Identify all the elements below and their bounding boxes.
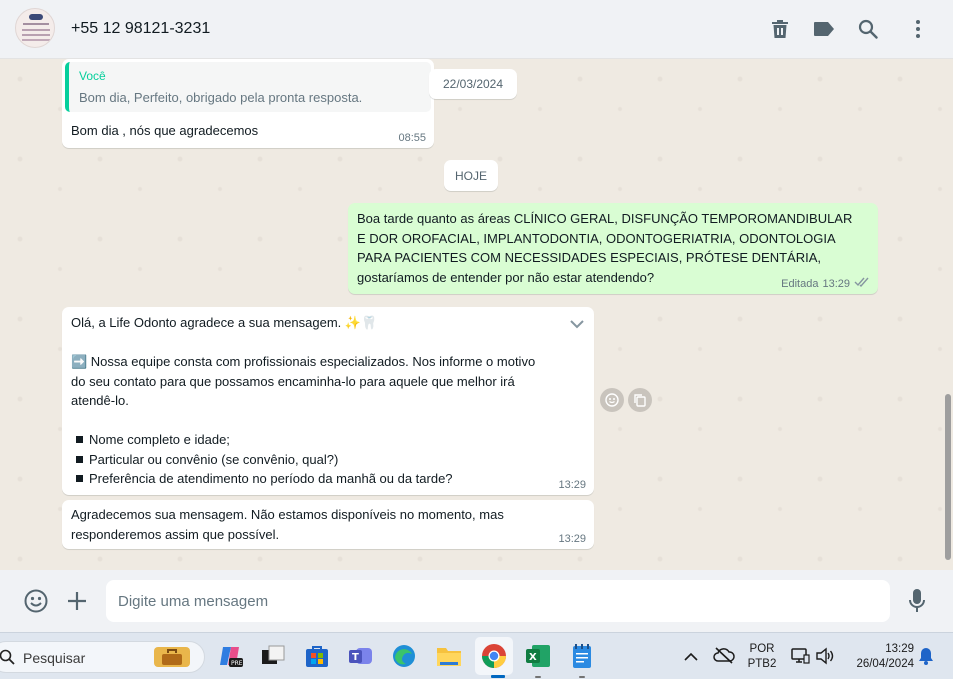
- edge-icon[interactable]: [391, 643, 417, 669]
- briefcase-icon: [154, 647, 190, 667]
- quote-text: Bom dia, Perfeito, obrigado pela pronta …: [79, 90, 363, 105]
- outgoing-message[interactable]: Boa tarde quanto as áreas CLÍNICO GERAL,…: [348, 203, 878, 294]
- chevron-up-icon[interactable]: [684, 650, 698, 665]
- svg-text:PRE: PRE: [231, 660, 243, 667]
- message-input[interactable]: [118, 580, 878, 622]
- emoji-icon[interactable]: [24, 589, 48, 616]
- quote-author: Você: [79, 69, 106, 83]
- incoming-message[interactable]: Você Bom dia, Perfeito, obrigado pela pr…: [62, 59, 434, 148]
- message-text: Bom dia , nós que agradecemos: [71, 123, 259, 138]
- system-clock[interactable]: 13:29 26/04/2024: [846, 642, 914, 672]
- excel-icon[interactable]: X: [525, 643, 551, 669]
- message-composer: [0, 570, 953, 632]
- search-icon[interactable]: [856, 17, 880, 41]
- trash-icon[interactable]: [768, 17, 792, 41]
- microphone-icon[interactable]: [908, 588, 926, 617]
- chat-area: Você Bom dia, Perfeito, obrigado pela pr…: [0, 59, 953, 570]
- message-line: responderemos assim que possível.: [71, 526, 280, 542]
- message-line: do seu contato para que possamos encamin…: [71, 373, 515, 389]
- task-view-icon[interactable]: [260, 643, 286, 669]
- date-divider: 22/03/2024: [429, 69, 517, 99]
- double-check-icon: [854, 277, 870, 290]
- message-line: Agradecemos sua mensagem. Não estamos di…: [71, 507, 504, 522]
- message-input-box[interactable]: [106, 580, 890, 622]
- svg-text:T: T: [352, 652, 359, 663]
- message-line: atendê-lo.: [71, 393, 129, 408]
- contact-name[interactable]: +55 12 98121-3231: [71, 20, 210, 38]
- attach-plus-icon[interactable]: [67, 591, 87, 614]
- contact-avatar[interactable]: [15, 8, 55, 48]
- message-line: Olá, a Life Odonto agradece a sua mensag…: [71, 315, 378, 330]
- chrome-icon[interactable]: [481, 643, 507, 669]
- more-vertical-icon[interactable]: [906, 17, 930, 41]
- onedrive-offline-icon[interactable]: [713, 646, 735, 667]
- chat-scrollbar[interactable]: [945, 394, 951, 560]
- volume-icon[interactable]: [815, 647, 835, 668]
- message-time: 13:29: [558, 533, 586, 545]
- message-line: Boa tarde quanto as áreas CLÍNICO GERAL,…: [357, 211, 853, 226]
- incoming-message[interactable]: Agradecemos sua mensagem. Não estamos di…: [62, 500, 594, 549]
- notepad-icon[interactable]: [569, 643, 595, 669]
- emoji-react-icon[interactable]: [600, 388, 624, 412]
- microsoft-store-icon[interactable]: [304, 643, 330, 669]
- file-explorer-icon[interactable]: [436, 643, 462, 669]
- running-indicator: [579, 676, 585, 678]
- message-line: PARA PACIENTES COM NECESSIDADES ESPECIAI…: [357, 250, 822, 265]
- chat-header: +55 12 98121-3231: [0, 0, 953, 59]
- svg-text:X: X: [529, 652, 537, 663]
- chevron-down-icon[interactable]: [570, 317, 584, 332]
- incoming-message[interactable]: Olá, a Life Odonto agradece a sua mensag…: [62, 307, 594, 495]
- taskbar-search-label: Pesquisar: [23, 650, 86, 666]
- edited-label: Editada: [781, 277, 819, 290]
- message-line: gostaríamos de entender por não estar at…: [357, 269, 655, 285]
- running-indicator: [535, 676, 541, 678]
- bullet-item: Nome completo e idade;: [71, 430, 571, 450]
- message-time: 13:29: [558, 479, 586, 491]
- active-indicator: [491, 675, 505, 678]
- message-line: E DOR OROFACIAL, IMPLANTODONTIA, ODONTOG…: [357, 230, 836, 246]
- quoted-message[interactable]: Você Bom dia, Perfeito, obrigado pela pr…: [65, 62, 431, 112]
- windows-taskbar: Pesquisar PRE T X POR PTB2 13:29 26/04/2…: [0, 632, 953, 679]
- network-icon[interactable]: [790, 647, 810, 668]
- message-time: 08:55: [398, 132, 426, 144]
- bullet-item: Preferência de atendimento no período da…: [71, 469, 571, 489]
- message-line: ➡️ Nossa equipe consta com profissionais…: [71, 354, 536, 369]
- bullet-item: Particular ou convênio (se convênio, qua…: [71, 450, 571, 470]
- label-tag-icon[interactable]: [812, 17, 836, 41]
- copilot-icon[interactable]: PRE: [217, 643, 243, 669]
- search-icon: [0, 649, 15, 668]
- notification-bell-icon[interactable]: [918, 647, 934, 668]
- date-divider-today: HOJE: [444, 160, 498, 191]
- copy-icon[interactable]: [628, 388, 652, 412]
- message-time: 13:29: [822, 277, 850, 290]
- input-language[interactable]: POR PTB2: [745, 642, 779, 672]
- teams-icon[interactable]: T: [348, 643, 374, 669]
- taskbar-search[interactable]: Pesquisar: [0, 641, 205, 673]
